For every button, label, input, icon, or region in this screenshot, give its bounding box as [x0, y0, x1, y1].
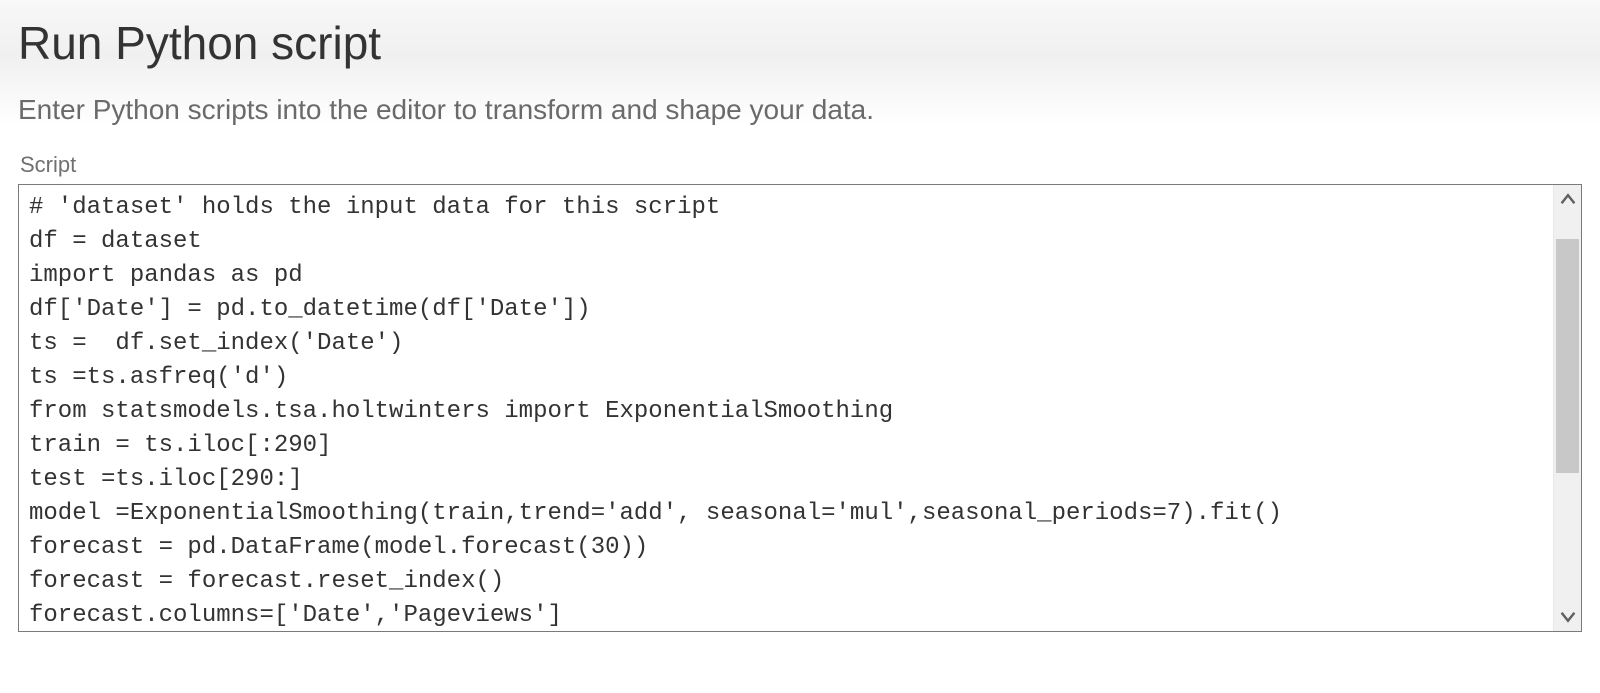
script-editor-container: # 'dataset' holds the input data for thi…: [18, 184, 1582, 632]
run-python-script-dialog: Run Python script Enter Python scripts i…: [0, 0, 1600, 632]
scroll-down-arrow-icon[interactable]: [1554, 601, 1582, 631]
scroll-thumb[interactable]: [1556, 239, 1579, 473]
dialog-title: Run Python script: [18, 16, 1582, 70]
scroll-track[interactable]: [1554, 215, 1581, 601]
vertical-scrollbar[interactable]: [1553, 185, 1581, 631]
script-field-label: Script: [20, 152, 1582, 178]
script-editor[interactable]: # 'dataset' holds the input data for thi…: [19, 185, 1553, 631]
scroll-up-arrow-icon[interactable]: [1554, 185, 1582, 215]
dialog-subtitle: Enter Python scripts into the editor to …: [18, 94, 1582, 126]
